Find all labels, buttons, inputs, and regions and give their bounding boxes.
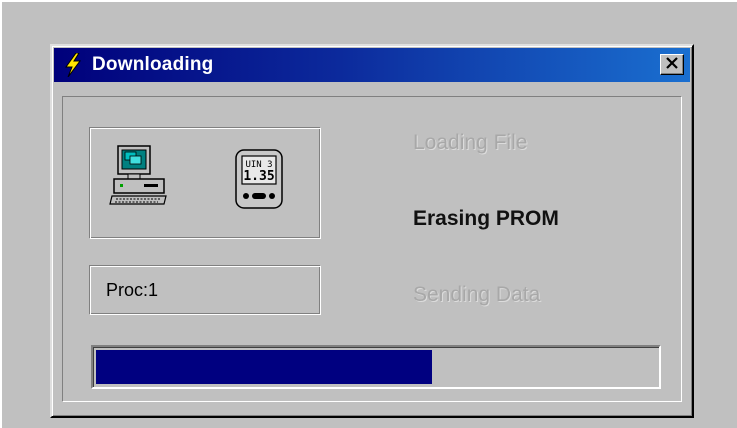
step-loading-file: Loading File <box>413 131 528 154</box>
downloading-dialog: Downloading UIN 3 1.35 Proc:1 Loading Fi… <box>50 44 694 418</box>
title-bar[interactable]: Downloading <box>54 48 690 82</box>
progress-fill <box>96 350 432 384</box>
device-screen-line2: 1.35 <box>243 169 274 184</box>
device-icon: UIN 3 1.35 <box>234 148 286 214</box>
connection-icon-panel: UIN 3 1.35 <box>89 127 321 239</box>
close-icon <box>665 56 679 74</box>
dialog-body: UIN 3 1.35 Proc:1 Loading File Erasing P… <box>62 96 682 402</box>
close-button[interactable] <box>660 54 684 75</box>
step-erasing-prom: Erasing PROM <box>413 207 559 230</box>
lightning-bolt-icon <box>62 52 84 78</box>
window-title: Downloading <box>92 54 214 75</box>
processor-status-field: Proc:1 <box>89 265 321 315</box>
computer-icon <box>108 144 170 210</box>
download-progress-bar <box>91 345 661 389</box>
step-sending-data: Sending Data <box>413 283 541 306</box>
processor-label: Proc:1 <box>106 279 159 300</box>
